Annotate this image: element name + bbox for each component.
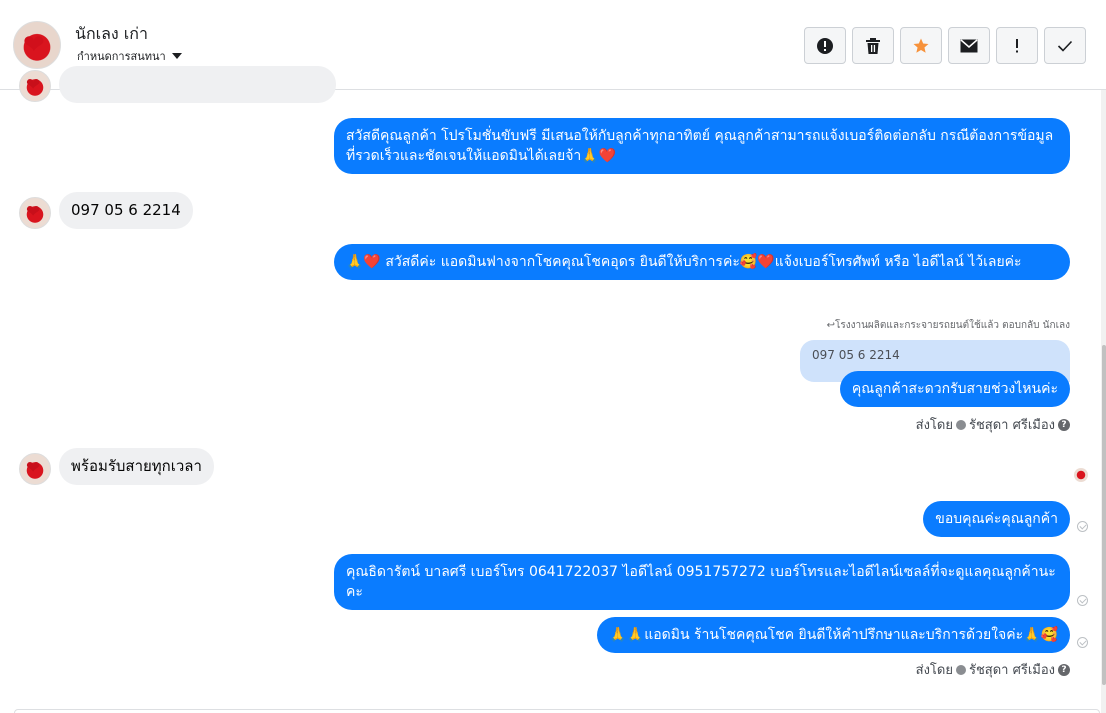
delivered-icon: [1077, 595, 1088, 606]
reply-arrow-icon: ↩: [826, 320, 835, 331]
help-icon[interactable]: ?: [1058, 663, 1070, 676]
heart-icon: ❤: [26, 458, 41, 478]
scrollbar-thumb[interactable]: [1102, 345, 1106, 685]
delete-button[interactable]: [852, 27, 894, 64]
heart-icon: ❤: [26, 75, 41, 95]
heart-icon: ❤: [26, 202, 41, 222]
sent-by-info: ส่งโดย รัชสุดา ศรีเมือง ?: [916, 659, 1070, 680]
mark-unread-button[interactable]: [948, 27, 990, 64]
sent-by-info: ส่งโดย รัชสุดา ศรีเมือง ?: [916, 414, 1070, 435]
delivered-icon: [1077, 521, 1088, 532]
contact-name[interactable]: นักเลง เก่า: [75, 22, 148, 47]
exclamation-circle-icon: [817, 37, 833, 54]
verified-icon: [955, 419, 966, 430]
contact-avatar-small: ❤: [19, 453, 51, 485]
star-icon: [913, 38, 929, 53]
incoming-message: พร้อมรับสายทุกเวลา: [59, 448, 214, 485]
sender-name: รัชสุดา ศรีเมือง: [968, 418, 1055, 433]
outgoing-message: 🙏🙏แอดมิน ร้านโชคคุณโชค ยินดีให้คำปรึกษาแ…: [597, 617, 1070, 653]
message-composer[interactable]: [14, 709, 1100, 713]
outgoing-message: คุณธิดารัตน์ บาลศรี เบอร์โทร 0641722037 …: [334, 554, 1070, 610]
contact-avatar-small: ❤: [19, 197, 51, 229]
trash-icon: [866, 37, 880, 54]
incoming-message: 097 05 6 2214: [59, 192, 193, 229]
incoming-message-partial: [59, 66, 336, 103]
verified-icon: [955, 664, 966, 675]
contact-avatar[interactable]: ❤: [13, 21, 61, 69]
sender-name: รัชสุดา ศรีเมือง: [968, 663, 1055, 678]
outgoing-message: สวัสดีคุณลูกค้า โปรโมชั่นขับฟรี มีเสนอให…: [334, 118, 1070, 174]
assign-label: กำหนดการสนทนา: [77, 50, 166, 63]
star-button[interactable]: [900, 27, 942, 64]
delivered-icon: [1077, 637, 1088, 648]
follow-up-button[interactable]: [996, 27, 1038, 64]
assign-conversation-dropdown[interactable]: กำหนดการสนทนา: [77, 47, 182, 65]
reply-note: ↩โรงงานผลิตและกระจายรถยนต์ใช้แล้ว ตอบกลั…: [827, 318, 1070, 333]
reply-note-text: โรงงานผลิตและกระจายรถยนต์ใช้แล้ว ตอบกลับ…: [834, 320, 1070, 331]
check-icon: [1057, 40, 1073, 52]
contact-avatar-small: ❤: [19, 70, 51, 102]
spam-button[interactable]: [804, 27, 846, 64]
done-button[interactable]: [1044, 27, 1086, 64]
seen-avatar-icon: [1074, 468, 1088, 482]
sent-by-prefix: ส่งโดย: [915, 663, 953, 678]
sent-by-prefix: ส่งโดย: [915, 418, 953, 433]
heart-icon: ❤: [23, 30, 45, 60]
envelope-icon: [960, 38, 978, 52]
help-icon[interactable]: ?: [1058, 418, 1070, 431]
caret-down-icon: [171, 53, 182, 59]
outgoing-message: ขอบคุณค่ะคุณลูกค้า: [923, 501, 1070, 537]
exclamation-icon: [1016, 38, 1018, 52]
outgoing-message: คุณลูกค้าสะดวกรับสายช่วงไหนค่ะ: [839, 371, 1070, 407]
outgoing-message: 🙏❤️ สวัสดีค่ะ แอดมินฟางจากโชคคุณโชคอุดร …: [334, 244, 1070, 280]
